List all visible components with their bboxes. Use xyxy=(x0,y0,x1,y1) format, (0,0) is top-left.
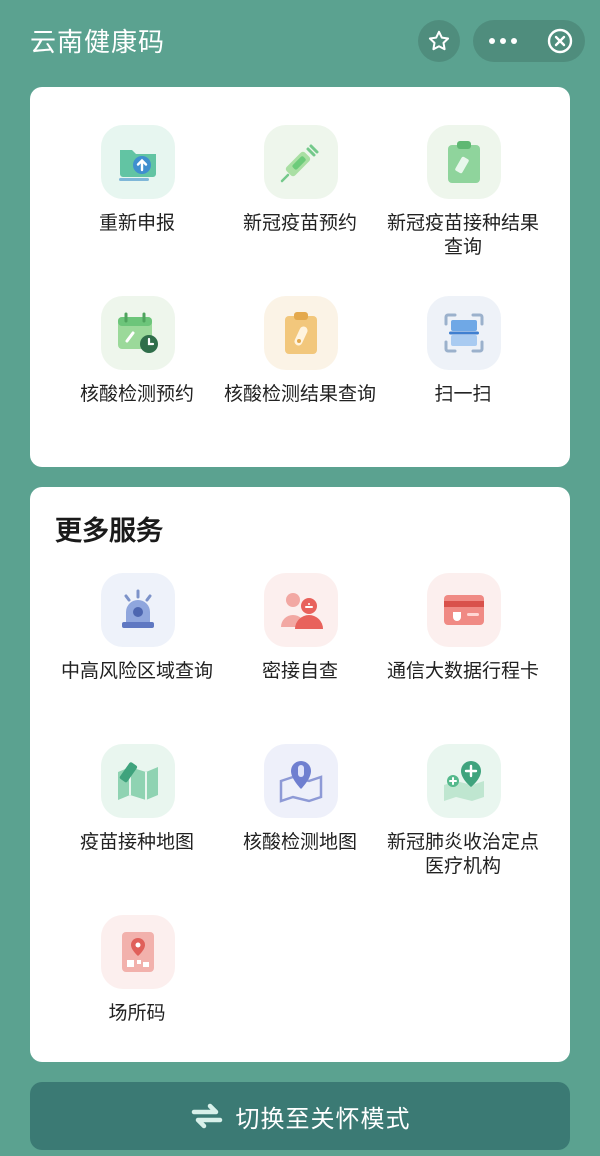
service-venue-code[interactable]: 场所码 xyxy=(52,915,222,1065)
syringe-icon xyxy=(264,125,338,199)
more-services-title: 更多服务 xyxy=(55,516,163,547)
switch-arrows-icon xyxy=(191,1103,222,1129)
hospital-map-icon xyxy=(427,744,501,818)
service-label: 通信大数据行程卡 xyxy=(386,660,539,682)
service-vaccine-result[interactable]: 新冠疫苗接种结果查询 xyxy=(378,125,548,275)
care-mode-button[interactable]: 切换至关怀模式 xyxy=(30,1082,570,1150)
service-label: 新冠疫苗预约 xyxy=(242,212,357,234)
clipboard-testtube-icon xyxy=(264,296,338,370)
folder-upload-icon xyxy=(101,125,175,199)
service-scan[interactable]: 扫一扫 xyxy=(378,296,548,446)
service-label: 新冠疫苗接种结果查询 xyxy=(386,212,539,258)
alarm-light-icon xyxy=(101,573,175,647)
travel-card-icon xyxy=(427,573,501,647)
clipboard-vaccine-icon xyxy=(427,125,501,199)
service-label: 疫苗接种地图 xyxy=(79,831,194,853)
close-circle-icon xyxy=(547,28,573,54)
mini-program-capsule xyxy=(473,20,585,62)
care-mode-label: 切换至关怀模式 xyxy=(235,1104,411,1133)
service-label: 核酸检测结果查询 xyxy=(223,383,376,405)
service-label: 扫一扫 xyxy=(434,383,492,405)
service-label: 核酸检测地图 xyxy=(242,831,357,853)
calendar-clock-icon xyxy=(101,296,175,370)
service-close-contact[interactable]: 密接自查 xyxy=(215,573,385,723)
vaccine-map-icon xyxy=(101,744,175,818)
more-dots-icon xyxy=(487,38,520,44)
scan-icon xyxy=(427,296,501,370)
service-nat-booking[interactable]: 核酸检测预约 xyxy=(52,296,222,446)
service-label: 中高风险区域查询 xyxy=(60,660,213,682)
test-map-icon xyxy=(264,744,338,818)
favorite-button[interactable] xyxy=(418,20,460,62)
app-header: 云南健康码 xyxy=(0,0,600,80)
service-vaccine-map[interactable]: 疫苗接种地图 xyxy=(52,744,222,894)
service-label: 场所码 xyxy=(108,1002,166,1024)
service-designated-hospital[interactable]: 新冠肺炎收治定点医疗机构 xyxy=(378,744,548,894)
service-label: 密接自查 xyxy=(261,660,338,682)
app-title: 云南健康码 xyxy=(30,28,166,58)
page: 云南健康码 重新申报 新冠疫苗预约 新冠疫苗接种结果查询 核酸检测预约 核酸检测… xyxy=(0,0,600,1156)
service-nat-result[interactable]: 核酸检测结果查询 xyxy=(215,296,385,446)
service-vaccine-booking[interactable]: 新冠疫苗预约 xyxy=(215,125,385,275)
star-icon xyxy=(428,30,450,51)
more-button[interactable] xyxy=(473,20,533,62)
close-button[interactable] xyxy=(535,20,585,62)
service-label: 重新申报 xyxy=(98,212,175,234)
service-label: 核酸检测预约 xyxy=(79,383,194,405)
service-risk-area[interactable]: 中高风险区域查询 xyxy=(52,573,222,723)
main-services-card: 重新申报 新冠疫苗预约 新冠疫苗接种结果查询 核酸检测预约 核酸检测结果查询 扫… xyxy=(30,87,570,467)
more-services-card: 更多服务 中高风险区域查询 密接自查 通信大数据行程卡 疫苗接种地图 核酸检测地… xyxy=(30,487,570,1062)
service-resubmit[interactable]: 重新申报 xyxy=(52,125,222,275)
service-travel-card[interactable]: 通信大数据行程卡 xyxy=(378,573,548,723)
venue-code-icon xyxy=(101,915,175,989)
service-label: 新冠肺炎收治定点医疗机构 xyxy=(386,831,539,877)
contacts-icon xyxy=(264,573,338,647)
service-nat-map[interactable]: 核酸检测地图 xyxy=(215,744,385,894)
